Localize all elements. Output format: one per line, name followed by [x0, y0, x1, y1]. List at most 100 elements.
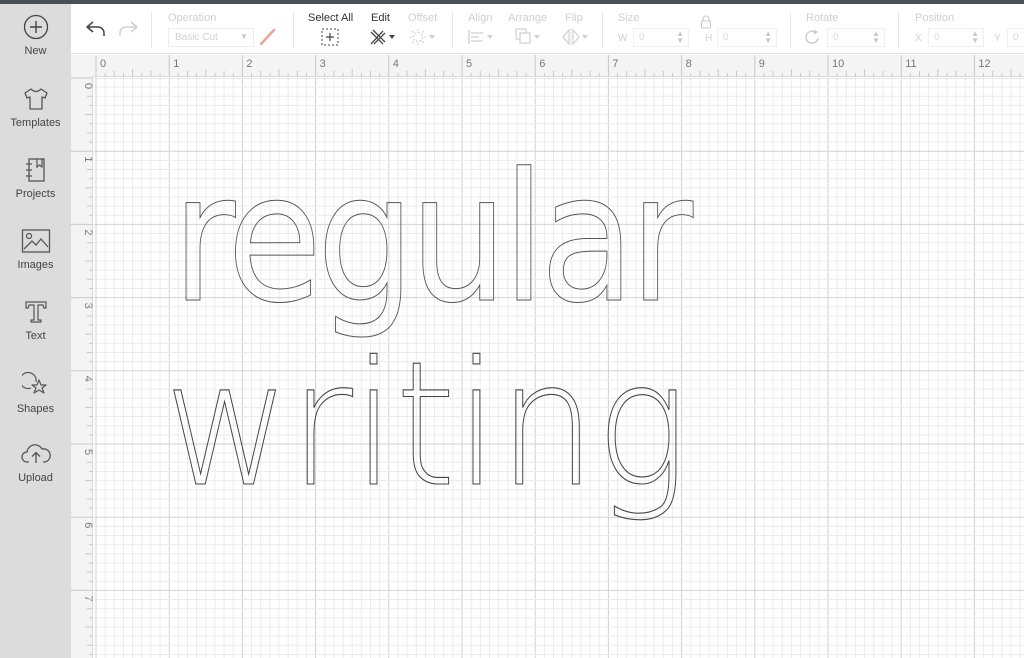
ruler-top: 0 1 2 3 4 5 6 7 8 9 10 11 12	[71, 55, 1024, 77]
ruler-left-label: 4	[82, 376, 93, 382]
ruler-top-label: 8	[686, 58, 692, 70]
spinner-icon[interactable]: ▲ ▼	[676, 30, 684, 45]
toolbar-separator	[898, 12, 899, 48]
select-all-label: Select All	[308, 12, 354, 24]
notebook-icon	[25, 158, 45, 182]
size-group: Size W 0 ▲ ▼ H 0 ▲ ▼	[617, 4, 782, 54]
offset-button[interactable]: Offset	[407, 4, 443, 54]
edit-button[interactable]: Edit	[369, 4, 399, 54]
sidebar-item-shapes[interactable]: Shapes	[0, 370, 71, 432]
ruler-left-label: 0	[82, 83, 93, 89]
sidebar-label: Templates	[10, 117, 61, 129]
sidebar-item-projects[interactable]: Projects	[0, 157, 71, 219]
sidebar-item-upload[interactable]: Upload	[0, 441, 71, 503]
select-all-button[interactable]: Select All	[307, 4, 357, 54]
chevron-down-icon: ▼	[240, 32, 248, 41]
text-object-writing[interactable]: writing	[163, 323, 688, 525]
ruler-corner	[71, 55, 93, 77]
rotate-group: Rotate 0 ▲ ▼	[805, 4, 890, 54]
operation-label: Operation	[168, 12, 217, 24]
offset-icon	[410, 29, 435, 45]
redo-icon[interactable]	[117, 18, 139, 40]
sidebar-item-images[interactable]: Images	[0, 228, 71, 290]
pen-color-icon[interactable]	[258, 28, 276, 46]
edit-label: Edit	[371, 12, 390, 24]
operation-value: Basic Cut	[175, 32, 218, 43]
rotate-icon	[805, 29, 819, 44]
sidebar-label: Projects	[15, 188, 56, 200]
ruler-top-label: 1	[173, 58, 179, 70]
sidebar-label: New	[24, 45, 47, 57]
ruler-top-label: 0	[100, 58, 106, 70]
width-input[interactable]: 0 ▲ ▼	[633, 28, 689, 47]
sidebar: New Templates Projects Images Text Shape…	[0, 4, 71, 658]
toolbar-separator	[293, 12, 294, 48]
offset-label: Offset	[408, 12, 438, 24]
text-object-regular[interactable]: regular	[172, 135, 701, 343]
ruler-top-label: 6	[539, 58, 545, 70]
tshirt-icon	[23, 88, 48, 110]
undo-icon[interactable]	[85, 18, 107, 40]
toolbar-separator	[452, 12, 453, 48]
arrange-button[interactable]: Arrange	[508, 4, 552, 54]
ruler-left-label: 3	[82, 303, 93, 309]
shapes-icon	[21, 371, 47, 394]
y-position-input[interactable]: 0	[1007, 28, 1024, 47]
spinner-icon[interactable]: ▲ ▼	[764, 30, 772, 45]
flip-label: Flip	[565, 12, 583, 24]
height-letter: H	[705, 33, 713, 44]
toolbar-separator	[790, 12, 791, 48]
flip-button[interactable]: Flip	[561, 4, 595, 54]
ruler-left-label: 1	[82, 156, 93, 162]
width-letter: W	[618, 33, 628, 44]
plus-circle-icon	[23, 14, 48, 40]
image-icon	[21, 229, 50, 253]
width-value: 0	[639, 32, 645, 43]
arrange-icon	[515, 28, 540, 44]
align-icon	[468, 30, 493, 44]
size-label: Size	[618, 12, 640, 24]
spinner-icon[interactable]: ▲ ▼	[971, 30, 979, 45]
position-label: Position	[915, 12, 955, 24]
height-input[interactable]: 0 ▲ ▼	[717, 28, 777, 47]
ruler-top-label: 5	[466, 58, 472, 70]
sidebar-label: Images	[17, 259, 54, 271]
ruler-top-label: 12	[978, 58, 990, 70]
ruler-top-label: 11	[905, 58, 916, 70]
sidebar-label: Shapes	[16, 403, 55, 415]
edit-tools-icon	[370, 29, 395, 45]
toolbar-separator	[151, 12, 152, 48]
rotate-label: Rotate	[806, 12, 839, 24]
ruler-top-label: 3	[320, 58, 326, 70]
ruler-left-label: 2	[82, 229, 93, 235]
text-t-icon	[24, 301, 47, 323]
sidebar-item-templates[interactable]: Templates	[0, 86, 71, 148]
sidebar-item-new[interactable]: New	[0, 14, 71, 76]
rotate-input[interactable]: 0 ▲ ▼	[827, 28, 885, 47]
ruler-top-label: 4	[393, 58, 399, 70]
align-button[interactable]: Align	[467, 4, 501, 54]
design-canvas[interactable]: regular writing	[94, 78, 1024, 658]
arrange-label: Arrange	[508, 12, 548, 24]
x-position-input[interactable]: 0 ▲ ▼	[928, 28, 984, 47]
align-label: Align	[468, 12, 493, 24]
sidebar-item-text[interactable]: Text	[0, 299, 71, 361]
select-all-icon	[321, 28, 339, 46]
operation-dropdown[interactable]: Basic Cut ▼	[168, 28, 254, 47]
cloud-upload-icon	[20, 444, 51, 463]
ruler-top-label: 10	[832, 58, 844, 70]
spinner-icon[interactable]: ▲ ▼	[872, 30, 880, 45]
lock-icon[interactable]	[700, 15, 712, 29]
canvas-objects: regular writing	[163, 135, 701, 526]
ruler-top-label: 2	[246, 58, 252, 70]
height-value: 0	[723, 32, 729, 43]
ruler-top-label: 7	[612, 58, 618, 70]
toolbar-separator	[602, 12, 603, 48]
operation-group: Operation Basic Cut ▼	[168, 4, 288, 54]
flip-icon	[562, 28, 588, 46]
rotate-value: 0	[833, 32, 839, 43]
position-group: Position X 0 ▲ ▼ Y 0	[914, 4, 1024, 54]
ruler-top-label: 9	[759, 58, 765, 70]
ruler-left-label: 6	[82, 522, 93, 528]
ruler-left-label: 7	[82, 595, 93, 601]
